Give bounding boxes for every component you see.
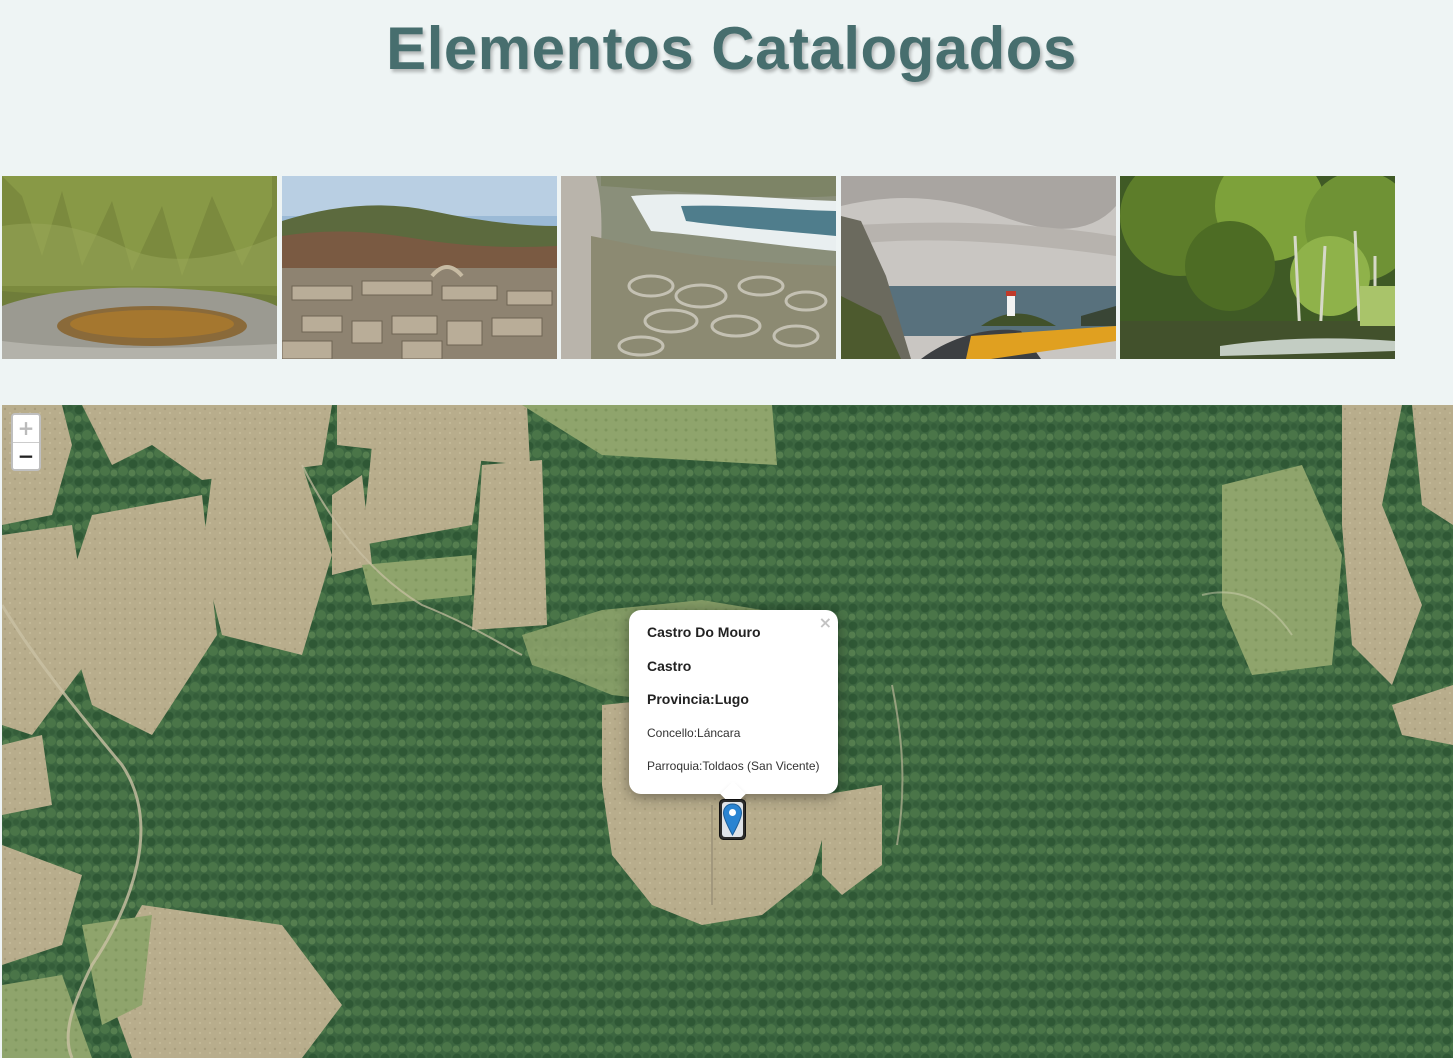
popup-site-name: Castro Do Mouro — [647, 624, 761, 640]
popup-provincia: Provincia:Lugo — [647, 691, 749, 707]
page-title: Elementos Catalogados — [386, 15, 1077, 82]
gallery-photo-rock-pool[interactable] — [2, 176, 277, 359]
gallery-photo-lighthouse[interactable] — [841, 176, 1116, 359]
map-popup: × Castro Do Mouro Castro Provincia:Lugo … — [629, 610, 838, 807]
gallery-photo-coastal-castro[interactable] — [561, 176, 836, 359]
popup-concello: Concello:Láncara — [647, 725, 741, 740]
gallery-photo-ruins[interactable] — [282, 176, 557, 359]
popup-site-type: Castro — [647, 657, 692, 674]
map-view[interactable]: + − × Castro Do Mouro Castro Provincia:L… — [2, 405, 1453, 1058]
zoom-in-button[interactable]: + — [13, 415, 39, 442]
zoom-out-button[interactable]: − — [13, 442, 39, 469]
popup-close-button[interactable]: × — [819, 613, 832, 632]
gallery-photo-river-forest[interactable] — [1120, 176, 1395, 359]
zoom-control: + − — [11, 413, 41, 471]
map-pin-icon[interactable] — [719, 799, 746, 840]
